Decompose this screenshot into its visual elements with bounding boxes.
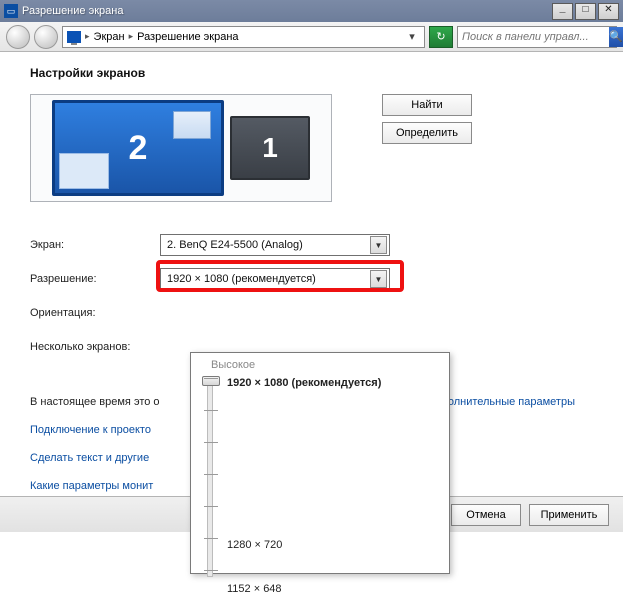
quality-hint: Высокое [211, 359, 439, 371]
identify-button[interactable]: Определить [382, 122, 472, 144]
cancel-button[interactable]: Отмена [451, 504, 521, 526]
page-heading: Настройки экранов [30, 66, 603, 80]
chevron-right-icon: ▸ [129, 31, 134, 42]
display-label: Экран: [30, 239, 160, 251]
text-size-link[interactable]: Сделать текст и другие [30, 452, 149, 464]
monitor-1-label: 1 [262, 132, 278, 164]
monitor-2-label: 2 [129, 129, 148, 168]
monitor-1[interactable]: 1 [230, 116, 310, 180]
res-option-1[interactable]: 1280 × 720 [227, 539, 282, 551]
apply-button[interactable]: Применить [529, 504, 609, 526]
resolution-dropdown-panel: Высокое 1920 × 1080 (рекомендуется) 1280… [190, 352, 450, 574]
back-button[interactable] [6, 25, 30, 49]
status-text: В настоящее время это о [30, 396, 160, 408]
search-go-button[interactable]: 🔍 [609, 27, 623, 47]
refresh-button[interactable]: ↻ [429, 26, 453, 48]
display-select[interactable]: 2. BenQ E24-5500 (Analog) ▼ [160, 234, 390, 256]
orientation-label: Ориентация: [30, 307, 160, 319]
resolution-value: 1920 × 1080 (рекомендуется) [167, 273, 370, 285]
crumb-display[interactable]: Экран [94, 31, 125, 43]
window-controls: _ □ ✕ [552, 3, 619, 20]
crumb-resolution[interactable]: Разрешение экрана [137, 31, 238, 43]
find-button[interactable]: Найти [382, 94, 472, 116]
titlebar: ▭ Разрешение экрана _ □ ✕ [0, 0, 623, 22]
display-value: 2. BenQ E24-5500 (Analog) [167, 239, 370, 251]
maximize-button[interactable]: □ [575, 3, 596, 20]
res-option-0[interactable]: 1920 × 1080 (рекомендуется) [227, 377, 381, 389]
minimize-button[interactable]: _ [552, 3, 573, 20]
advanced-params-link[interactable]: Дополнительные параметры [428, 396, 575, 408]
resolution-label: Разрешение: [30, 273, 160, 285]
forward-button[interactable] [34, 25, 58, 49]
multi-label: Несколько экранов: [30, 341, 190, 353]
address-bar[interactable]: ▸ Экран ▸ Разрешение экрана ▾ [62, 26, 425, 48]
monitor-preview[interactable]: 2 1 [30, 94, 332, 202]
close-button[interactable]: ✕ [598, 3, 619, 20]
chevron-down-icon[interactable]: ▼ [370, 236, 387, 254]
window-title: Разрешение экрана [22, 5, 552, 17]
resolution-select[interactable]: 1920 × 1080 (рекомендуется) ▼ [160, 268, 390, 290]
search-box: 🔍 [457, 26, 617, 48]
main-content: Настройки экранов 2 1 Найти Определить Э… [0, 52, 623, 500]
search-input[interactable] [458, 27, 609, 47]
res-option-2[interactable]: 1152 × 648 [227, 583, 282, 595]
monitor-2[interactable]: 2 [52, 100, 224, 196]
chevron-down-icon[interactable]: ▾ [404, 30, 420, 43]
monitor-icon: ▭ [4, 4, 18, 18]
chevron-down-icon[interactable]: ▼ [370, 270, 387, 288]
projector-link[interactable]: Подключение к проекто [30, 424, 151, 436]
nav-bar: ▸ Экран ▸ Разрешение экрана ▾ ↻ 🔍 [0, 22, 623, 52]
resolution-slider[interactable] [207, 377, 213, 577]
monitor-icon [67, 31, 81, 43]
chevron-right-icon: ▸ [85, 31, 90, 42]
monitor-params-link[interactable]: Какие параметры монит [30, 480, 153, 492]
